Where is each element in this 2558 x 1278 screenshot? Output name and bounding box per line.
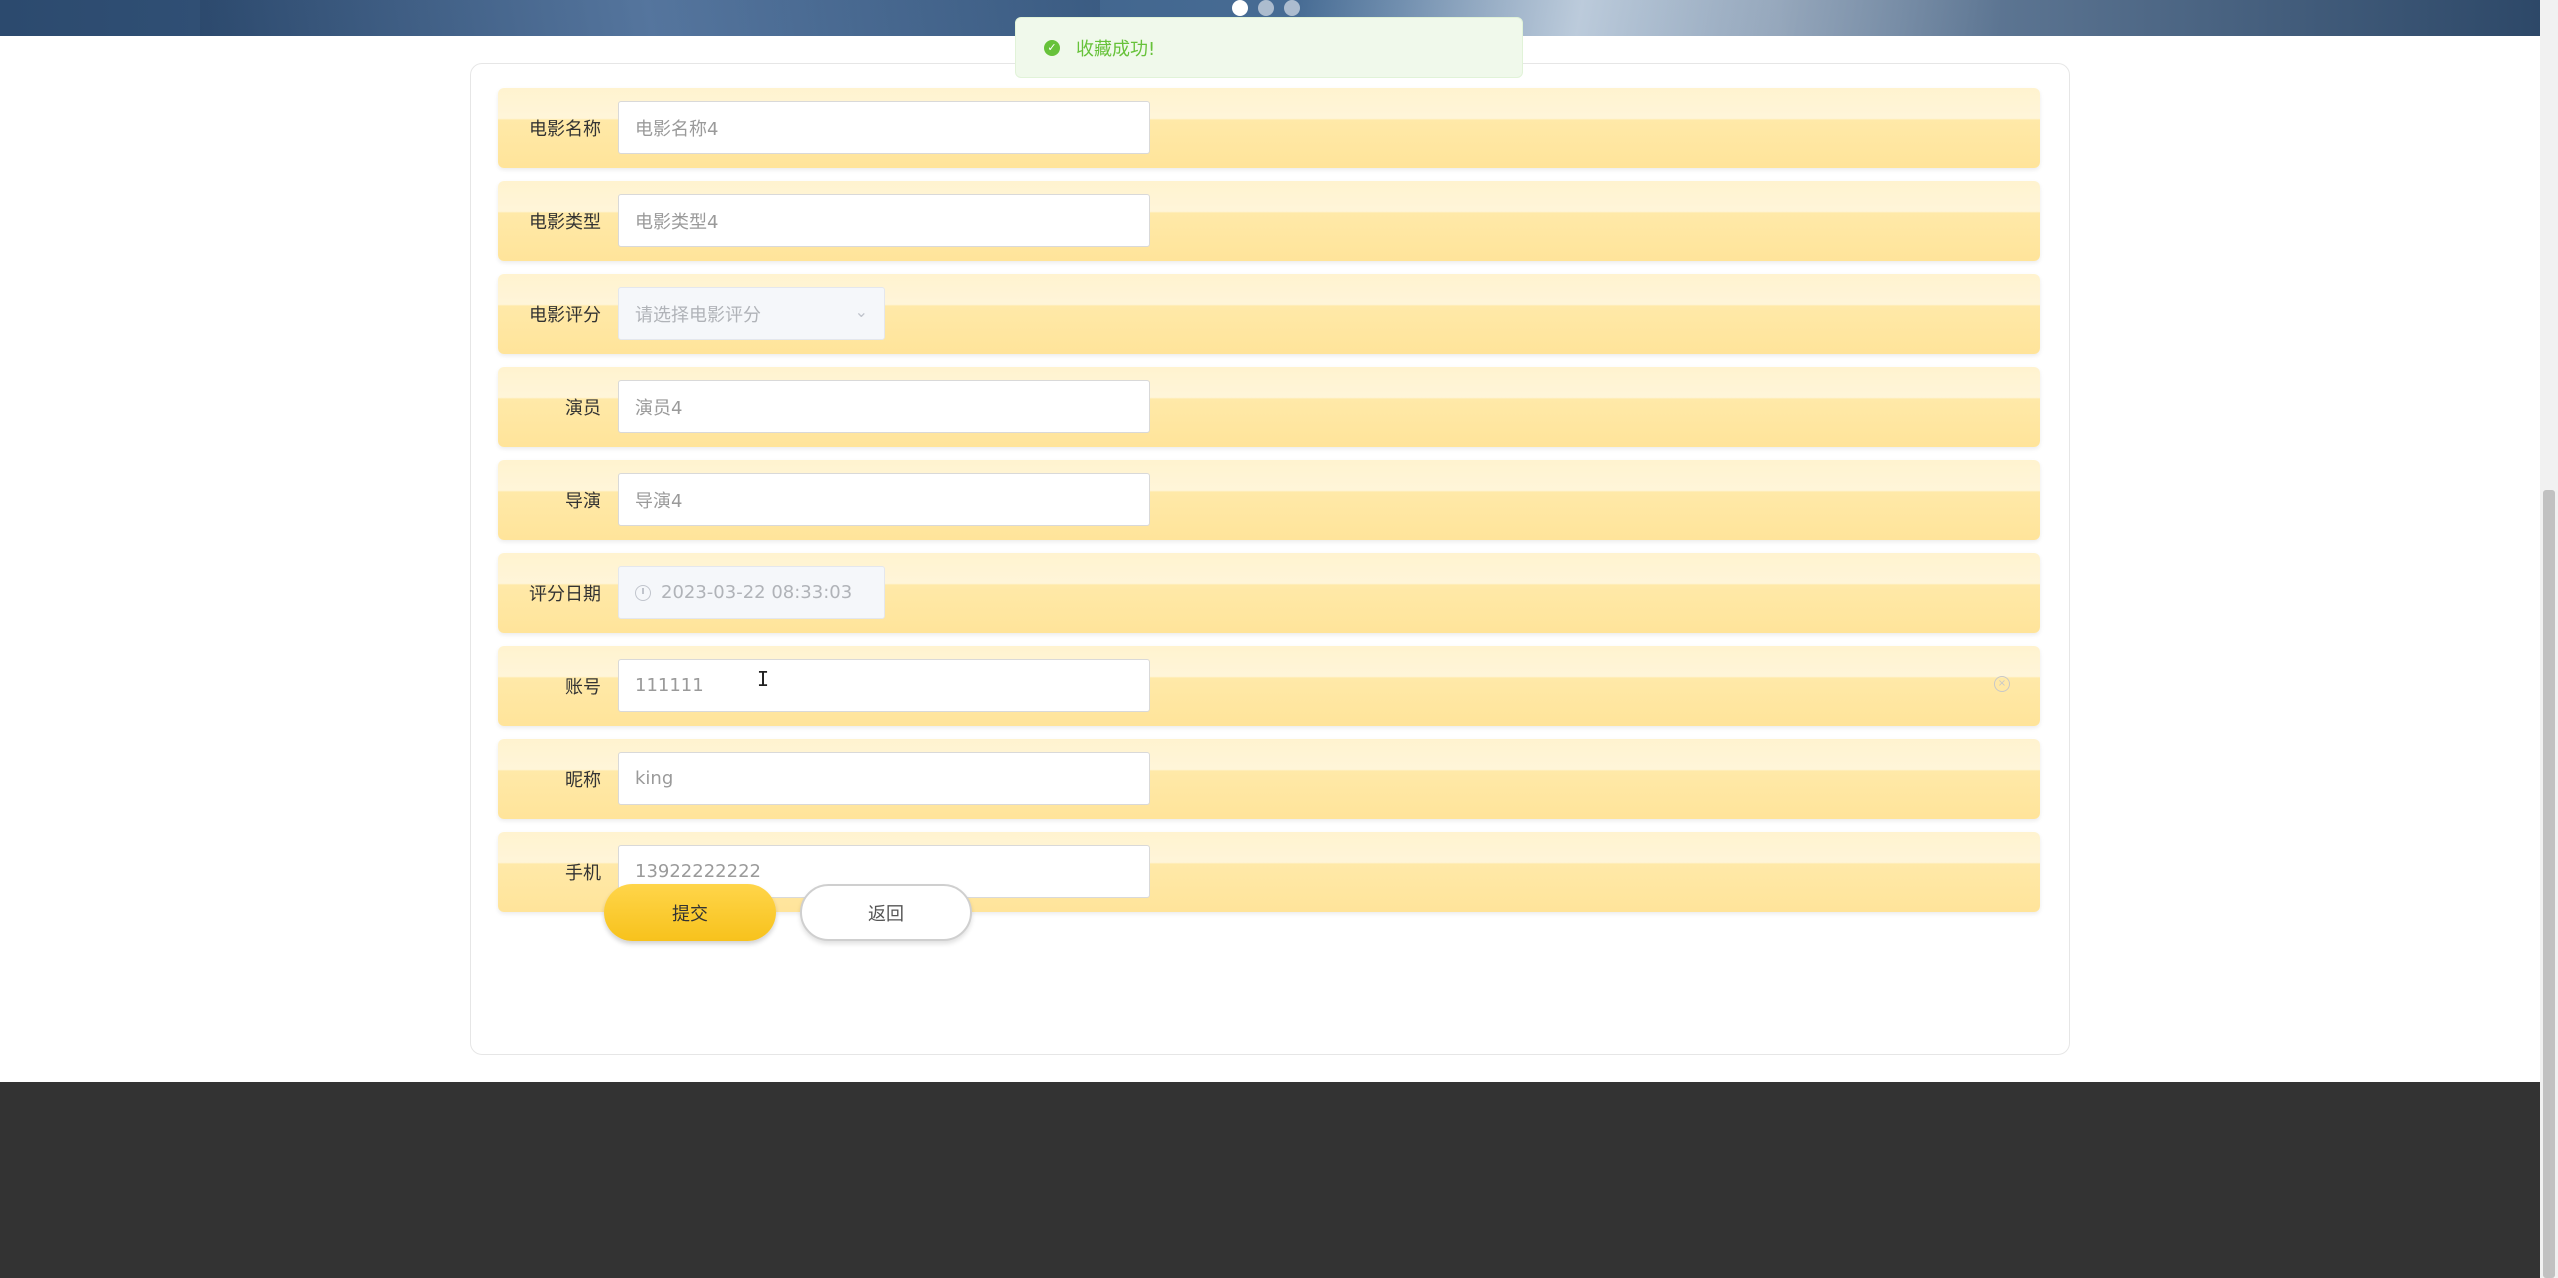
- director-label: 导演: [565, 491, 601, 512]
- clock-icon: [635, 584, 651, 601]
- account-label: 账号: [565, 677, 601, 698]
- movie-rating-select[interactable]: 请选择电影评分 ⌄: [618, 287, 885, 340]
- form-row-movie-name: 电影名称 电影名称4: [498, 88, 2040, 168]
- actor-input[interactable]: 演员4: [618, 380, 1150, 433]
- form-row-movie-type: 电影类型 电影类型4: [498, 181, 2040, 261]
- carousel-indicators: [1232, 0, 1300, 16]
- scrollbar-thumb[interactable]: [2543, 490, 2555, 1278]
- carousel-dot[interactable]: [1258, 0, 1274, 16]
- movie-rating-label: 电影评分: [529, 305, 601, 326]
- account-input[interactable]: 111111: [618, 659, 1150, 712]
- movie-type-input[interactable]: 电影类型4: [618, 194, 1150, 247]
- chevron-down-icon: ⌄: [854, 302, 868, 321]
- toast-message: 收藏成功!: [1076, 38, 1156, 60]
- movie-type-label: 电影类型: [529, 212, 601, 233]
- form-row-movie-rating: 电影评分 请选择电影评分 ⌄: [498, 274, 2040, 354]
- carousel-dot[interactable]: [1284, 0, 1300, 16]
- nickname-label: 昵称: [565, 770, 601, 791]
- director-input[interactable]: 导演4: [618, 473, 1150, 526]
- form-row-rating-date: 评分日期 2023-03-22 08:33:03: [498, 553, 2040, 633]
- phone-label: 手机: [565, 863, 601, 884]
- nickname-input[interactable]: king: [618, 752, 1150, 805]
- text-cursor-icon: I: [757, 667, 770, 691]
- back-button[interactable]: 返回: [800, 884, 972, 941]
- circle-close-icon[interactable]: ×: [1994, 676, 2010, 692]
- actor-label: 演员: [565, 398, 601, 419]
- movie-name-label: 电影名称: [529, 119, 601, 140]
- check-circle-icon: ✓: [1044, 39, 1060, 56]
- form-row-account: 账号 111111 ×: [498, 646, 2040, 726]
- form-row-nickname: 昵称 king: [498, 739, 2040, 819]
- submit-button[interactable]: 提交: [604, 884, 776, 941]
- rating-date-label: 评分日期: [529, 584, 601, 605]
- form-row-director: 导演 导演4: [498, 460, 2040, 540]
- rating-date-picker[interactable]: 2023-03-22 08:33:03: [618, 566, 885, 619]
- carousel-dot[interactable]: [1232, 0, 1248, 16]
- success-toast: ✓ 收藏成功!: [1015, 17, 1523, 78]
- movie-name-input[interactable]: 电影名称4: [618, 101, 1150, 154]
- form-row-actor: 演员 演员4: [498, 367, 2040, 447]
- page-footer: [0, 1082, 2540, 1278]
